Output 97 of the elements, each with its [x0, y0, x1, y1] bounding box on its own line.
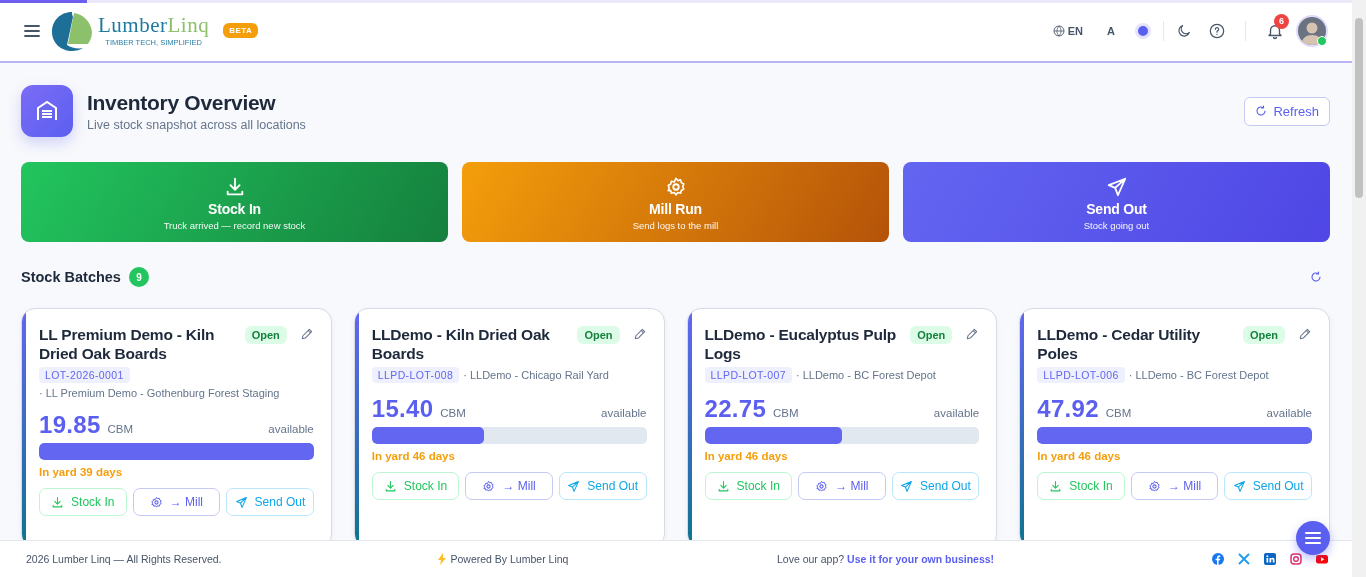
section-title: Stock Batches — [21, 269, 121, 285]
gear-icon — [664, 175, 687, 198]
action-button[interactable]: → Mill — [132, 488, 221, 516]
batch-title: LLDemo - Eucalyptus Pulp Logs — [704, 325, 898, 363]
unit-label: CBM — [107, 423, 134, 435]
lightning-icon — [437, 553, 446, 565]
batch-title: LL Premium Demo - Kiln Dried Oak Boards — [39, 325, 216, 363]
lot-tag: LLPD-LOT-008 — [371, 367, 460, 383]
promo-link[interactable]: Use it for your own business! — [847, 553, 995, 565]
quantity-value: 19.85 — [39, 411, 101, 439]
refresh-icon — [1255, 105, 1268, 117]
globe-icon — [1052, 24, 1065, 37]
action-button[interactable]: Stock In — [371, 472, 460, 500]
logo-icon — [50, 9, 94, 52]
menu-icon — [1305, 532, 1321, 544]
action-tile[interactable]: Stock In Truck arrived — record new stock — [21, 162, 448, 242]
refresh-icon[interactable] — [1310, 271, 1322, 283]
x-icon[interactable] — [1238, 553, 1250, 565]
youtube-icon[interactable] — [1316, 553, 1328, 565]
availability-label: available — [1266, 407, 1312, 419]
send-icon — [900, 479, 914, 493]
pencil-icon[interactable] — [632, 327, 647, 341]
yard-age-text: In yard 46 days — [1037, 450, 1122, 462]
facebook-icon[interactable] — [1212, 553, 1224, 565]
gear-icon — [482, 479, 496, 493]
action-button[interactable]: Send Out — [558, 472, 647, 500]
availability-label: available — [601, 407, 647, 419]
font-size-toggle[interactable]: A — [1107, 24, 1115, 37]
status-badge: Open — [244, 326, 287, 344]
promo-text: Love our app? Use it for your own business! — [777, 553, 995, 565]
action-button[interactable]: Stock In — [704, 472, 793, 500]
theme-color-picker[interactable] — [1135, 22, 1151, 39]
brand-name: LumberLinq — [98, 14, 210, 36]
download-icon — [383, 479, 397, 493]
unit-label: CBM — [773, 407, 799, 419]
batch-title: LLDemo - Kiln Dried Oak Boards — [371, 325, 551, 363]
moon-icon[interactable] — [1176, 22, 1192, 39]
menu-icon[interactable] — [24, 24, 40, 37]
beta-badge: BETA — [223, 23, 259, 38]
unit-label: CBM — [1105, 407, 1132, 419]
download-icon — [51, 495, 65, 509]
page-title: Inventory Overview — [87, 90, 277, 115]
gear-icon — [815, 479, 829, 493]
gear-icon — [149, 495, 163, 509]
yard-age-text: In yard 39 days — [39, 466, 124, 478]
yard-age-text: In yard 46 days — [371, 450, 456, 462]
batch-title: LLDemo - Cedar Utility Poles — [1037, 325, 1201, 363]
send-icon — [234, 495, 248, 509]
powered-by-text: Powered By Lumber Linq — [450, 553, 569, 565]
download-icon — [716, 479, 730, 493]
action-button[interactable]: Send Out — [1224, 472, 1312, 500]
lot-tag: LLPD-LOT-007 — [704, 367, 792, 383]
unit-label: CBM — [440, 407, 466, 419]
quantity-value: 15.40 — [371, 395, 434, 423]
status-badge: Open — [1242, 326, 1285, 344]
location-text: · LL Premium Demo - Gothenburg Forest Staging — [39, 387, 280, 399]
language-selector[interactable]: EN — [1052, 24, 1084, 37]
pencil-icon[interactable] — [1298, 327, 1312, 341]
pencil-icon[interactable] — [965, 327, 980, 341]
lot-tag: LOT-2026-0001 — [39, 367, 130, 383]
action-button[interactable]: Send Out — [891, 472, 980, 500]
notification-count: 6 — [1274, 13, 1289, 29]
quantity-value: 22.75 — [704, 395, 767, 423]
scrollbar-thumb[interactable] — [1355, 18, 1363, 198]
count-badge: 9 — [128, 267, 149, 287]
gear-icon — [1147, 479, 1161, 493]
page-subtitle: Live stock snapshot across all locations — [87, 117, 306, 132]
download-icon — [1049, 479, 1063, 493]
status-badge: Open — [910, 326, 953, 344]
send-icon — [567, 479, 581, 493]
quantity-value: 47.92 — [1037, 395, 1099, 423]
send-icon — [1105, 175, 1128, 198]
location-text: · LLDemo - Chicago Rail Yard — [463, 369, 609, 381]
availability-label: available — [268, 423, 314, 435]
refresh-button[interactable]: Refresh — [1244, 96, 1330, 126]
location-text: · LLDemo - BC Forest Depot — [1128, 369, 1269, 381]
yard-age-text: In yard 46 days — [704, 450, 789, 462]
action-tile[interactable]: Mill Run Send logs to the mill — [462, 162, 889, 242]
availability-label: available — [933, 407, 980, 419]
action-button[interactable]: → Mill — [465, 472, 553, 500]
action-button[interactable]: Send Out — [226, 488, 314, 516]
instagram-icon[interactable] — [1290, 553, 1302, 565]
send-icon — [1232, 479, 1246, 493]
help-icon[interactable] — [1209, 22, 1225, 39]
linkedin-icon[interactable] — [1264, 553, 1276, 565]
location-text: · LLDemo - BC Forest Depot — [795, 369, 936, 381]
action-button[interactable]: Stock In — [39, 488, 127, 516]
copyright-text: 2026 Lumber Linq — All Rights Reserved. — [26, 553, 223, 565]
pencil-icon[interactable] — [299, 327, 314, 341]
user-avatar[interactable] — [1296, 14, 1328, 47]
action-button[interactable]: → Mill — [798, 472, 886, 500]
status-badge: Open — [577, 326, 620, 344]
warehouse-icon — [21, 85, 73, 137]
lot-tag: LLPD-LOT-006 — [1037, 367, 1125, 383]
action-button[interactable]: Stock In — [1037, 472, 1125, 500]
action-button[interactable]: → Mill — [1130, 472, 1219, 500]
action-tile[interactable]: Send Out Stock going out — [903, 162, 1330, 242]
